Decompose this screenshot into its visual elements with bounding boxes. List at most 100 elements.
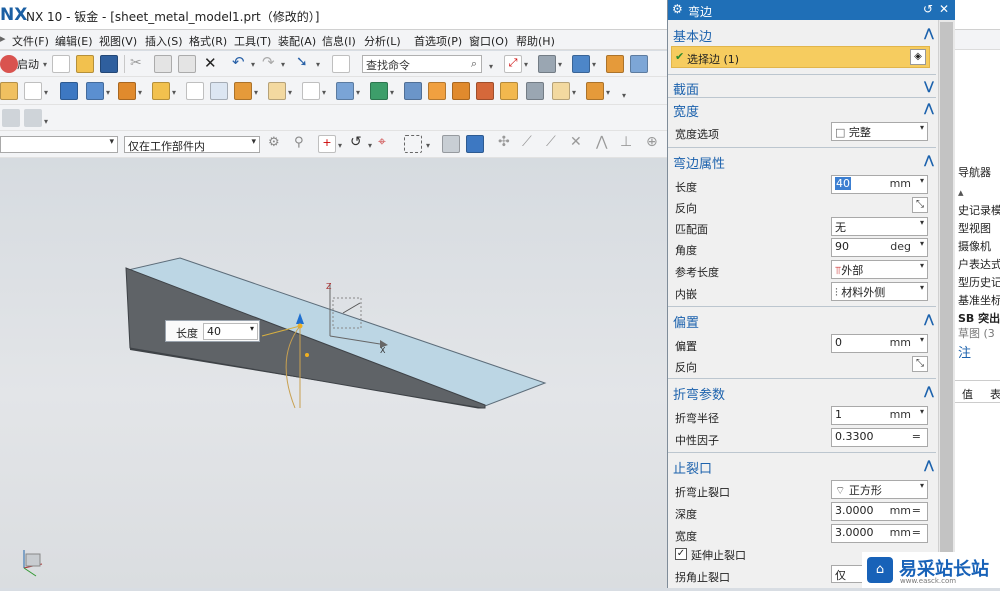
undo-icon[interactable]: ↶ bbox=[232, 53, 250, 71]
menu-window[interactable]: 窗口(O) bbox=[469, 33, 508, 49]
intersection-icon[interactable]: ⋀ bbox=[596, 134, 614, 152]
bead-icon[interactable] bbox=[404, 82, 422, 100]
fit-view-icon[interactable]: ⤢ bbox=[504, 55, 522, 73]
menu-tools[interactable]: 工具(T) bbox=[234, 33, 271, 49]
cut-icon[interactable]: ✂ bbox=[130, 55, 148, 73]
mid-point-icon[interactable]: ⟋ bbox=[546, 134, 564, 152]
jog-icon[interactable] bbox=[500, 82, 518, 100]
flange-icon[interactable] bbox=[60, 82, 78, 100]
start-icon[interactable] bbox=[0, 55, 18, 73]
menu-view[interactable]: 视图(V) bbox=[99, 33, 137, 49]
reset-icon[interactable]: ↺ bbox=[923, 2, 933, 16]
menu-preferences[interactable]: 首选项(P) bbox=[414, 33, 462, 49]
reverse-direction-button[interactable]: ⤡ bbox=[912, 197, 928, 213]
dimple-icon[interactable] bbox=[152, 82, 170, 100]
wcs-icon[interactable] bbox=[466, 135, 484, 153]
bend-icon[interactable] bbox=[186, 82, 204, 100]
menu-info[interactable]: 信息(I) bbox=[322, 33, 356, 49]
fold-icon[interactable] bbox=[210, 82, 228, 100]
arc-center-icon[interactable]: ⊕ bbox=[646, 134, 664, 152]
snap-settings-icon[interactable]: ⚙ bbox=[268, 135, 286, 153]
menu-format[interactable]: 格式(R) bbox=[189, 33, 227, 49]
section-offset-header[interactable]: 偏置 ⋀ bbox=[668, 310, 938, 331]
nav-item-datum-csys[interactable]: 基准坐标 bbox=[958, 292, 1000, 308]
tab-feature-icon[interactable] bbox=[24, 82, 42, 100]
command-finder-icon[interactable] bbox=[332, 55, 350, 73]
rotate-icon[interactable]: ↺ bbox=[350, 134, 368, 152]
offset-reverse-button[interactable]: ⤡ bbox=[912, 356, 928, 372]
unbend-icon[interactable] bbox=[234, 82, 252, 100]
start-button[interactable]: 启动 bbox=[17, 56, 39, 72]
delete-icon[interactable]: ✕ bbox=[204, 54, 222, 72]
menu-file[interactable]: 文件(F) bbox=[12, 33, 49, 49]
view-orient-icon[interactable] bbox=[572, 55, 590, 73]
render-style-icon[interactable] bbox=[538, 55, 556, 73]
relief-width-input[interactable]: 3.0000 mm = bbox=[831, 524, 928, 543]
rebend-icon[interactable] bbox=[268, 82, 286, 100]
dialog-scrollbar-thumb[interactable] bbox=[940, 22, 953, 552]
punch-icon[interactable] bbox=[476, 82, 494, 100]
gear-icon[interactable]: ⚙ bbox=[672, 2, 683, 16]
offset-input[interactable]: 0 mm ▾ bbox=[831, 334, 928, 353]
drawn-cutout-icon[interactable] bbox=[428, 82, 446, 100]
gusset-icon[interactable] bbox=[452, 82, 470, 100]
extend-relief-checkbox[interactable]: ✓ bbox=[675, 548, 687, 560]
snap-point-icon[interactable]: + bbox=[318, 135, 336, 153]
select-arrow-icon[interactable]: ➘ bbox=[296, 54, 314, 72]
nav-item-sketch[interactable]: 草图 (3 bbox=[958, 325, 995, 341]
nav-item-user-expressions[interactable]: 户表达式 bbox=[958, 256, 1000, 272]
match-face-select[interactable]: 无 ▾ bbox=[831, 217, 928, 236]
box-select-icon[interactable] bbox=[404, 135, 422, 153]
lofted-flange-icon[interactable] bbox=[526, 82, 544, 100]
layer-settings-icon[interactable] bbox=[630, 55, 648, 73]
menu-assembly[interactable]: 装配(A) bbox=[278, 33, 316, 49]
nav-item-cameras[interactable]: 摄像机 bbox=[958, 238, 991, 254]
sheet-metal-options-icon[interactable] bbox=[586, 82, 604, 100]
angle-input[interactable]: 90 deg ▾ bbox=[831, 238, 928, 257]
length-popup-input[interactable]: 40 ▾ bbox=[203, 323, 258, 340]
redo-icon[interactable]: ↷ bbox=[262, 53, 280, 71]
scope-select[interactable]: 仅在工作部件内 ▾ bbox=[124, 136, 260, 153]
contour-flange-icon[interactable] bbox=[86, 82, 104, 100]
reference-length-select[interactable]: ⫪外部 ▾ bbox=[831, 260, 928, 279]
neutral-factor-input[interactable]: 0.3300 = bbox=[831, 428, 928, 447]
end-point-icon[interactable]: ⟋ bbox=[522, 134, 540, 152]
close-icon[interactable]: ✕ bbox=[939, 2, 949, 16]
open-folder-icon[interactable] bbox=[76, 55, 94, 73]
inset-select[interactable]: ⫶ 材料外侧 ▾ bbox=[831, 282, 928, 301]
width-option-select[interactable]: □ 完整 ▾ bbox=[831, 122, 928, 141]
save-icon[interactable] bbox=[100, 55, 118, 73]
show-hide-icon[interactable] bbox=[442, 135, 460, 153]
nav-link[interactable]: 注 bbox=[958, 342, 971, 361]
command-search-input[interactable]: 查找命令 ⌕ bbox=[362, 55, 482, 73]
nav-item-model-history[interactable]: 型历史记 bbox=[958, 274, 1000, 290]
bend-relief-select[interactable]: ⌔ 正方形 ▾ bbox=[831, 480, 928, 499]
length-input[interactable]: 40 mm ▾ bbox=[831, 175, 928, 194]
perpendicular-icon[interactable]: ⊥ bbox=[620, 134, 638, 152]
select-feature-icon[interactable]: ⚲ bbox=[294, 135, 312, 153]
control-point-icon[interactable]: ✕ bbox=[570, 134, 588, 152]
type-filter-select[interactable]: ▾ bbox=[0, 136, 118, 153]
section-profile-header[interactable]: 截面 ⋁ bbox=[668, 77, 938, 98]
paste-icon[interactable] bbox=[178, 55, 196, 73]
cube-icon[interactable]: ◈ bbox=[910, 49, 926, 65]
graphics-viewport[interactable]: X Z 长度 40 ▾ bbox=[0, 158, 668, 588]
relief-depth-input[interactable]: 3.0000 mm = bbox=[831, 502, 928, 521]
menu-analysis[interactable]: 分析(L) bbox=[364, 33, 401, 49]
section-flange-properties-header[interactable]: 弯边属性 ⋀ bbox=[668, 151, 938, 172]
section-width-header[interactable]: 宽度 ⋀ bbox=[668, 99, 938, 120]
hole-icon[interactable] bbox=[370, 82, 388, 100]
section-relief-header[interactable]: 止裂口 ⋀ bbox=[668, 456, 938, 477]
corner-icon[interactable] bbox=[336, 82, 354, 100]
length-handle-popup[interactable]: 长度 40 ▾ bbox=[165, 320, 260, 342]
sketch-icon[interactable] bbox=[0, 82, 18, 100]
menu-insert[interactable]: 插入(S) bbox=[145, 33, 183, 49]
copy-icon[interactable] bbox=[154, 55, 172, 73]
nav-item-model-views[interactable]: 型视图 bbox=[958, 220, 991, 236]
nav-item-sb-extrude[interactable]: SB 突出 bbox=[958, 310, 1000, 326]
flat-pattern-icon[interactable] bbox=[302, 82, 320, 100]
nav-item-history-mode[interactable]: 史记录模 bbox=[958, 202, 1000, 218]
section-bend-parameters-header[interactable]: 折弯参数 ⋀ bbox=[668, 382, 938, 403]
menu-help[interactable]: 帮助(H) bbox=[516, 33, 555, 49]
snap-center-icon[interactable]: ⌖ bbox=[378, 134, 396, 152]
